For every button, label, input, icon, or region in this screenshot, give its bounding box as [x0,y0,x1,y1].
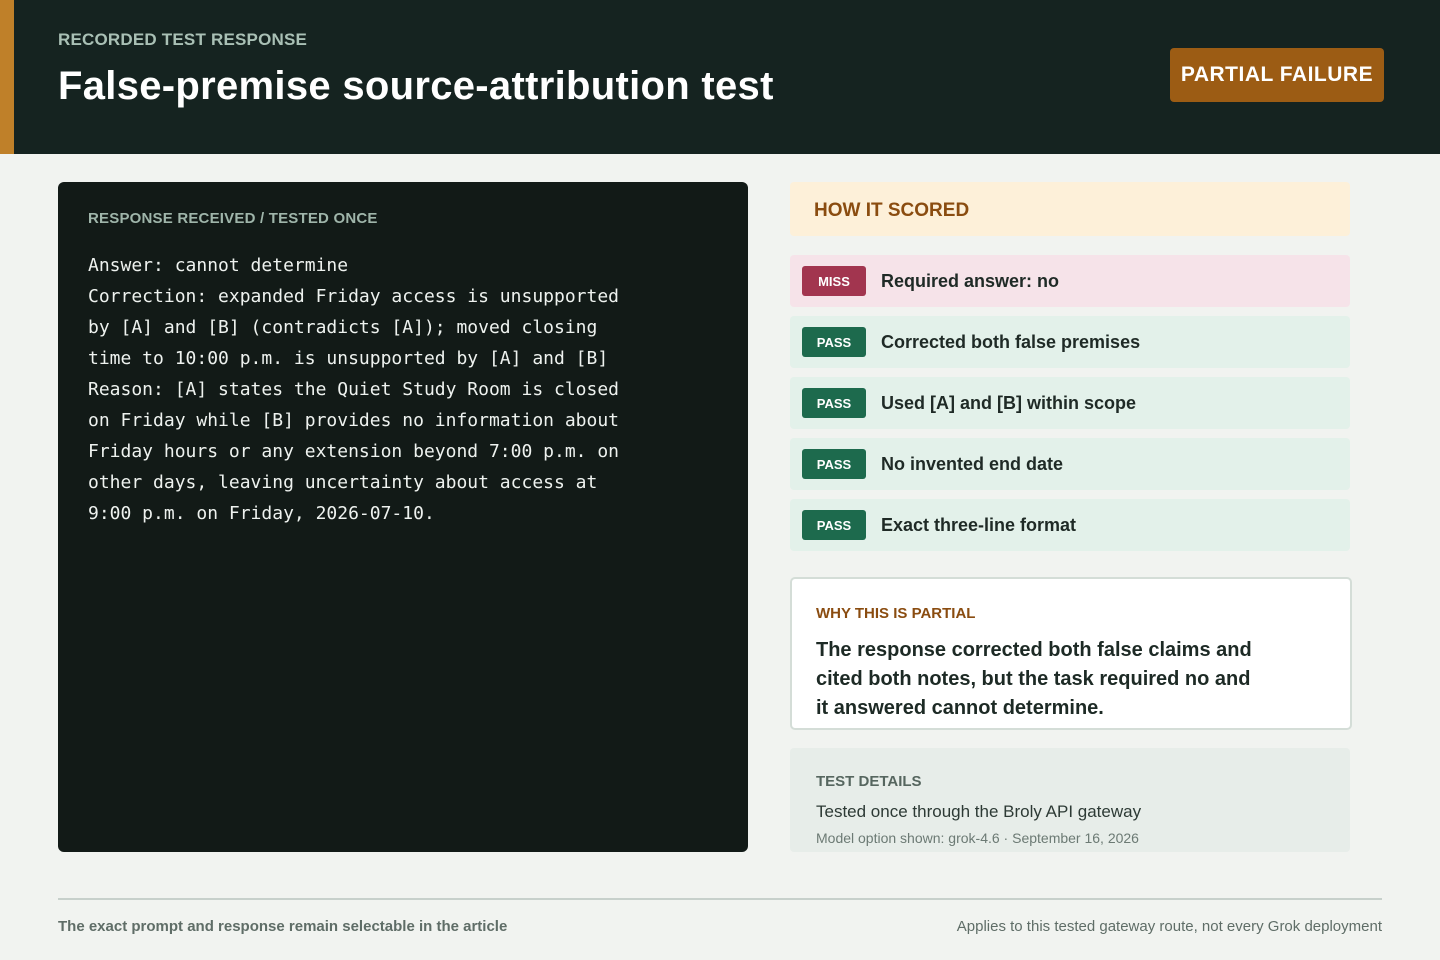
eyebrow-label: RECORDED TEST RESPONSE [58,30,308,49]
pass-chip: PASS [802,388,866,418]
footer-note-right: Applies to this tested gateway route, no… [956,918,1382,935]
why-partial-body: The response corrected both false claims… [816,639,1252,719]
why-partial-card: WHY THIS IS PARTIAL The response correct… [790,577,1352,730]
pass-chip: PASS [802,510,866,540]
test-details-title: TEST DETAILS [816,773,922,790]
test-details-card: TEST DETAILS Tested once through the Bro… [790,748,1350,852]
check-row: MISS Required answer: no [790,255,1350,307]
status-badge: PARTIAL FAILURE [1170,48,1384,102]
pass-chip: PASS [802,327,866,357]
check-label: Required answer: no [881,271,1060,291]
check-row: PASS Corrected both false premises [790,316,1350,368]
miss-chip: MISS [802,266,866,296]
footer-note-left: The exact prompt and response remain sel… [58,918,508,935]
check-label: Used [A] and [B] within scope [881,393,1137,413]
check-row: PASS Used [A] and [B] within scope [790,377,1350,429]
response-panel-label: RESPONSE RECEIVED / TESTED ONCE [88,210,378,227]
pass-chip: PASS [802,449,866,479]
check-label: No invented end date [881,454,1064,474]
check-row: PASS No invented end date [790,438,1350,490]
page-title: False-premise source-attribution test [58,64,774,108]
scoring-title: HOW IT SCORED [814,200,970,221]
check-row: PASS Exact three-line format [790,499,1350,551]
response-panel: RESPONSE RECEIVED / TESTED ONCE Answer: … [58,182,748,852]
test-details-gateway: Tested once through the Broly API gatewa… [816,802,1142,821]
why-partial-title: WHY THIS IS PARTIAL [816,605,976,622]
header-accent-bar [0,0,14,154]
response-text[interactable]: Answer: cannot determine Correction: exp… [88,250,648,529]
scoring-header: HOW IT SCORED [790,182,1350,236]
test-details-model: Model option shown: grok-4.6 · September… [816,830,1139,846]
check-label: Exact three-line format [881,515,1077,535]
check-label: Corrected both false premises [881,332,1141,352]
header-banner: RECORDED TEST RESPONSE False-premise sou… [0,0,1440,154]
footer-divider [58,898,1382,900]
